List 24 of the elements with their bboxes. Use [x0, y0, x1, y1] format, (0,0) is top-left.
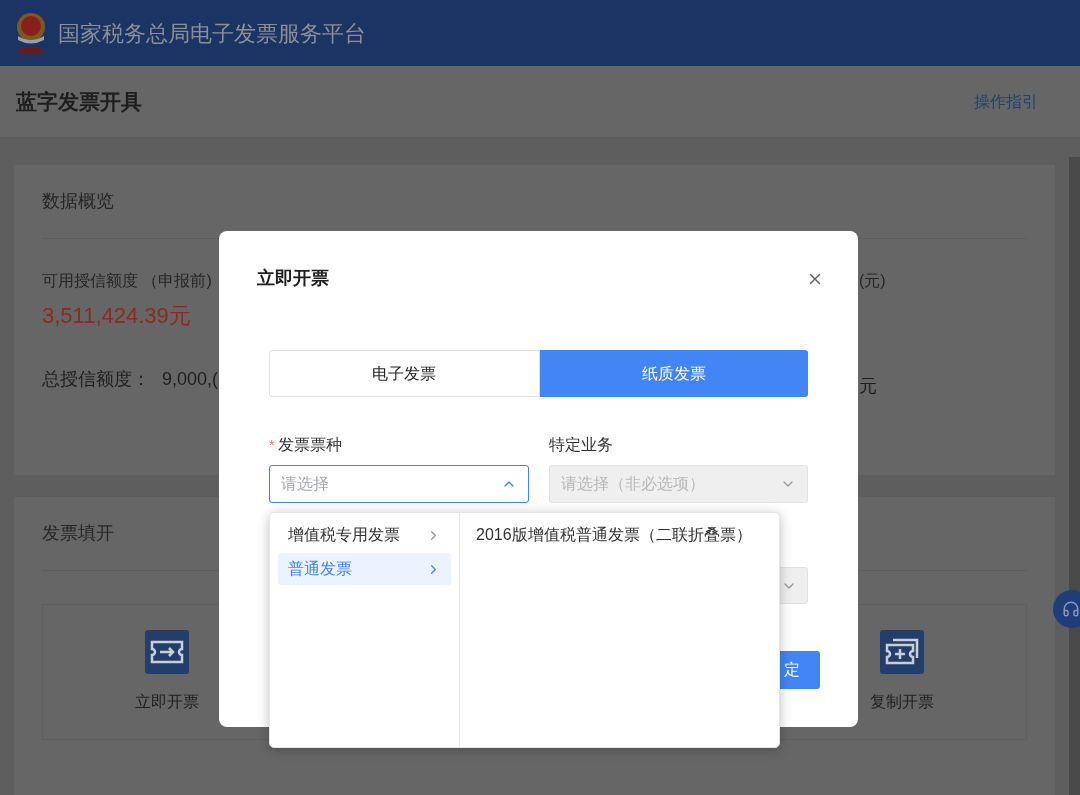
ticket-plus-icon: [880, 630, 924, 674]
invoice-medium-tab[interactable]: 纸质发票: [539, 350, 808, 397]
amount-unit: 元: [859, 375, 878, 398]
cascader-option[interactable]: 2016版增值税普通发票（二联折叠票）: [468, 519, 771, 551]
cascader-option[interactable]: 普通发票: [278, 553, 451, 585]
available-credit-label: 可用授信额度 （申报前): [42, 271, 213, 291]
invoice-medium-tab[interactable]: 电子发票: [269, 350, 540, 397]
field-label: 特定业务: [548, 435, 613, 455]
guide-link[interactable]: 操作指引: [974, 89, 1038, 114]
total-credit-value: 9,000,(: [162, 368, 219, 391]
headset-icon: [1062, 600, 1080, 618]
total-credit-label: 总授信额度：: [42, 368, 150, 391]
available-credit-value: 3,511,424.39元: [42, 302, 192, 330]
required-mark: *: [269, 435, 275, 455]
cascader-option[interactable]: 增值税专用发票: [278, 519, 451, 551]
tile-label: 立即开票: [135, 692, 199, 712]
platform-title: 国家税务总局电子发票服务平台: [58, 19, 366, 48]
tile-label: 复制开票: [870, 692, 934, 712]
dialog-title: 立即开票: [257, 267, 329, 290]
field-label: 发票票种: [278, 435, 343, 455]
support-button[interactable]: [1053, 590, 1080, 628]
select-field[interactable]: 请选择: [269, 465, 529, 503]
page-title: 蓝字发票开具: [16, 88, 142, 115]
amount-unit-label: (元): [859, 271, 887, 291]
